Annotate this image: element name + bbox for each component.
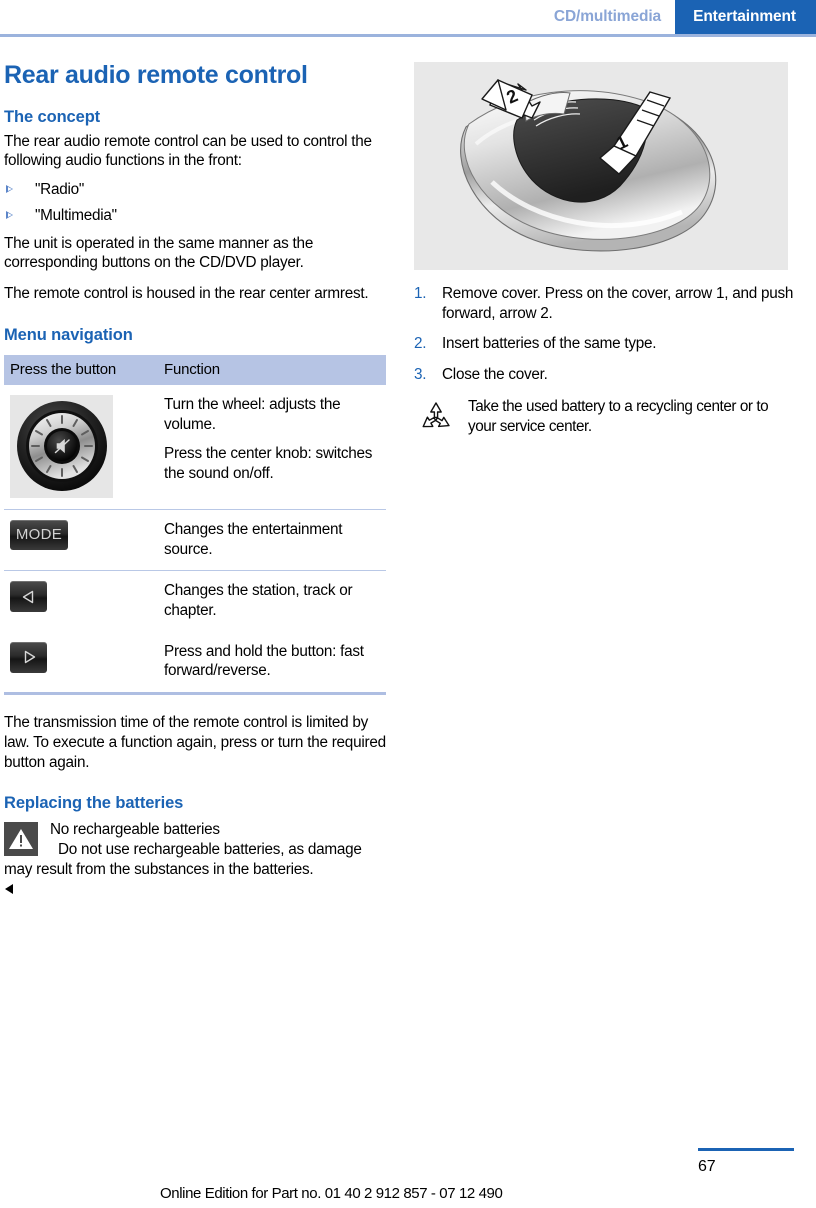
list-item: 3. Close the cover. bbox=[414, 365, 794, 385]
step-number: 3. bbox=[414, 366, 427, 384]
cell-volume-knob bbox=[4, 385, 158, 510]
function-line: Press and hold the button: fast forward/… bbox=[164, 642, 364, 680]
column-header-function: Function bbox=[158, 354, 386, 385]
volume-knob-svg bbox=[16, 401, 107, 492]
triangle-left-icon bbox=[22, 590, 33, 603]
warning-triangle-svg bbox=[9, 829, 33, 850]
step-number: 2. bbox=[414, 335, 427, 353]
recycling-note: Take the used battery to a recycling cen… bbox=[414, 397, 794, 436]
right-column: 2 1 1. Remove cover. Press on the cover,… bbox=[414, 62, 794, 436]
list-item: 1. Remove cover. Press on the cover, arr… bbox=[414, 284, 794, 323]
recycling-symbol-svg bbox=[422, 402, 450, 428]
mode-button-label: MODE bbox=[15, 526, 63, 544]
battery-replacement-steps: 1. Remove cover. Press on the cover, arr… bbox=[414, 284, 794, 385]
page-header: CD/multimedia Entertainment bbox=[0, 0, 816, 34]
step-number: 1. bbox=[414, 285, 427, 302]
step-text: Insert batteries of the same type. bbox=[442, 335, 657, 353]
cell-right-arrow-button bbox=[4, 632, 158, 694]
triangle-right-icon bbox=[24, 651, 35, 664]
edition-footer-note: Online Edition for Part no. 01 40 2 912 … bbox=[160, 1185, 503, 1202]
concept-intro-paragraph: The rear audio remote control can be use… bbox=[4, 132, 372, 170]
left-arrow-button-icon[interactable] bbox=[10, 581, 47, 613]
recycling-note-text: Take the used battery to a recycling cen… bbox=[468, 397, 769, 435]
list-item: 2. Insert batteries of the same type. bbox=[414, 334, 794, 354]
unit-operation-paragraph: The unit is operated in the same manner … bbox=[4, 234, 314, 272]
triangle-bullet-icon bbox=[6, 184, 15, 194]
remote-housing-paragraph: The remote control is housed in the rear… bbox=[4, 285, 369, 303]
cell-mode-function: Changes the entertainment source. bbox=[158, 508, 386, 571]
menu-navigation-table: Press the button Function Turn the wheel… bbox=[4, 354, 386, 696]
page-number-divider bbox=[698, 1148, 794, 1151]
right-arrow-button-icon[interactable] bbox=[10, 641, 47, 673]
cell-volume-function: Turn the wheel: adjusts the volume. Pres… bbox=[158, 385, 386, 510]
table-row: Press and hold the button: fast forward/… bbox=[4, 632, 386, 694]
table-header-row: Press the button Function bbox=[4, 354, 386, 385]
list-item-label: "Multimedia" bbox=[35, 206, 117, 224]
mode-button-icon[interactable]: MODE bbox=[10, 519, 68, 550]
recycling-icon bbox=[418, 399, 454, 435]
section-heading-replacing-batteries: Replacing the batteries bbox=[4, 794, 184, 813]
audio-functions-list: "Radio" "Multimedia" bbox=[4, 180, 386, 226]
cell-left-arrow-button bbox=[4, 570, 158, 632]
page-title: Rear audio remote control bbox=[4, 61, 308, 89]
remote-control-illustration: 2 1 bbox=[414, 62, 788, 270]
tab-entertainment-label: Entertainment bbox=[693, 8, 796, 25]
section-heading-concept: The concept bbox=[4, 107, 101, 126]
step-text: Close the cover. bbox=[442, 366, 548, 384]
warning-note-title: No rechargeable batteries bbox=[50, 821, 220, 839]
tab-cd-multimedia-label: CD/multimedia bbox=[553, 8, 662, 25]
page-number-block: 67 bbox=[698, 1148, 794, 1176]
cell-right-arrow-function: Press and hold the button: fast forward/… bbox=[158, 632, 386, 694]
end-of-section-marker bbox=[5, 884, 13, 895]
cell-left-arrow-function: Changes the station, track or chapter. bbox=[158, 570, 386, 632]
tab-entertainment[interactable]: Entertainment bbox=[675, 0, 816, 34]
volume-knob-icon bbox=[10, 394, 113, 498]
function-line: Changes the entertainment source. bbox=[164, 520, 343, 558]
warning-note-body: Do not use rechargeable batteries, as da… bbox=[4, 841, 362, 878]
triangle-bullet-icon bbox=[6, 210, 15, 220]
tab-cd-multimedia[interactable]: CD/multimedia bbox=[544, 0, 675, 34]
remote-control-illustration-svg: 2 1 bbox=[460, 79, 717, 252]
function-line: Changes the station, track or chapter. bbox=[164, 582, 353, 619]
warning-triangle-icon bbox=[4, 822, 38, 857]
header-divider bbox=[0, 34, 816, 37]
transmission-time-paragraph: The transmission time of the remote cont… bbox=[4, 714, 386, 771]
table-row: MODE Changes the entertainment source. bbox=[4, 508, 386, 571]
function-line: Turn the wheel: adjusts the volume. bbox=[164, 395, 341, 433]
section-heading-menu-navigation: Menu navigation bbox=[4, 325, 133, 344]
step-text: Remove cover. Press on the cover, arrow … bbox=[442, 285, 794, 322]
left-column: Rear audio remote control The concept Th… bbox=[4, 61, 386, 899]
cell-mode-button: MODE bbox=[4, 508, 158, 571]
table-row: Turn the wheel: adjusts the volume. Pres… bbox=[4, 385, 386, 510]
list-item-label: "Radio" bbox=[35, 180, 85, 198]
function-line: Press the center knob: switches the soun… bbox=[164, 445, 373, 482]
list-item: "Multimedia" bbox=[4, 206, 386, 226]
column-header-press-the-button: Press the button bbox=[4, 354, 158, 385]
table-row: Changes the station, track or chapter. bbox=[4, 570, 386, 632]
page-number: 67 bbox=[698, 1158, 716, 1175]
warning-note: No rechargeable batteries Do not use rec… bbox=[4, 820, 386, 899]
list-item: "Radio" bbox=[4, 180, 386, 200]
